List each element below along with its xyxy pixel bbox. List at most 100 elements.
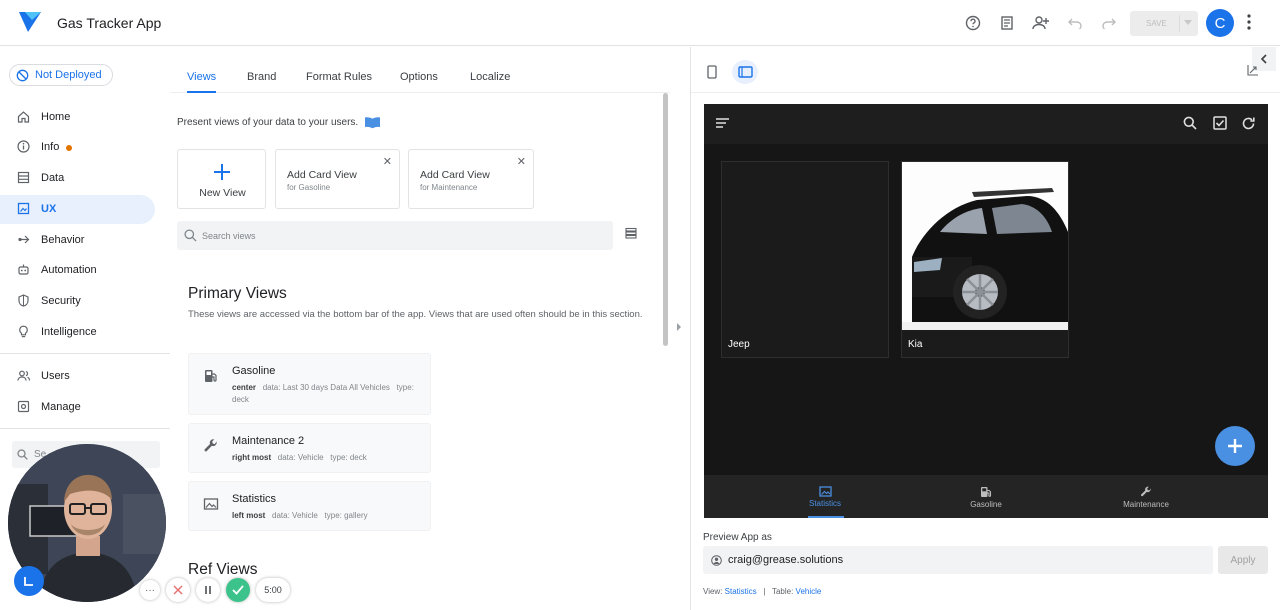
footer-separator: | — [763, 587, 766, 596]
recorder-icon[interactable] — [14, 566, 44, 596]
active-tab-indicator — [187, 91, 216, 93]
help-icon[interactable] — [960, 11, 986, 35]
app-logo-icon — [18, 11, 42, 33]
gallery-tile-label: Jeep — [728, 339, 750, 350]
view-position: center — [232, 383, 257, 392]
search-views-placeholder: Search views — [202, 231, 256, 241]
menu-icon[interactable] — [715, 117, 730, 129]
search-icon[interactable] — [1183, 116, 1197, 130]
gallery-tile-label: Kia — [908, 339, 923, 350]
finish-recording-icon[interactable] — [226, 578, 250, 602]
sidebar-divider — [0, 353, 170, 354]
apply-button[interactable]: Apply — [1218, 546, 1268, 574]
sidebar-item-data[interactable]: Data — [0, 164, 155, 193]
sidebar-item-users[interactable]: Users — [0, 362, 155, 391]
plus-icon — [214, 164, 230, 180]
sidebar-item-automation[interactable]: Automation — [0, 256, 155, 285]
share-user-icon[interactable] — [1028, 11, 1054, 35]
search-views-input[interactable]: Search views — [177, 221, 613, 250]
view-data-label: data: — [277, 453, 296, 462]
pause-icon[interactable] — [196, 578, 220, 602]
view-type-label: type: — [396, 383, 414, 392]
undo-icon[interactable] — [1062, 11, 1088, 35]
avatar[interactable]: C — [1206, 9, 1234, 37]
close-icon[interactable]: ✕ — [517, 155, 526, 168]
refresh-icon[interactable] — [1241, 116, 1256, 131]
cancel-recording-icon[interactable] — [166, 578, 190, 602]
save-button[interactable]: SAVE — [1130, 11, 1198, 36]
preview-as-email-field[interactable]: craig@grease.solutions — [703, 546, 1213, 574]
sidebar-item-label: Behavior — [41, 234, 85, 246]
view-meta: right most data: Vehicle type: deck — [232, 452, 427, 464]
gallery-tile[interactable]: Jeep — [721, 161, 889, 358]
add-fab-button[interactable] — [1215, 426, 1255, 466]
views-intro-text: Present views of your data to your users… — [177, 117, 359, 128]
sidebar-item-home[interactable]: Home — [0, 103, 155, 132]
recorder-more-button[interactable]: ··· — [140, 580, 160, 600]
sidebar-item-behavior[interactable]: Behavior — [0, 226, 155, 255]
sidebar-item-security[interactable]: Security — [0, 287, 155, 316]
docs-icon[interactable] — [994, 11, 1020, 35]
suggestion-card-maintenance[interactable]: Add Card View for Maintenance ✕ — [408, 149, 534, 209]
manage-icon — [17, 400, 30, 413]
bottom-nav-maintenance[interactable]: Maintenance — [1086, 486, 1206, 509]
wrench-icon — [1140, 486, 1151, 497]
redo-icon[interactable] — [1096, 11, 1122, 35]
views-panel: Views Brand Format Rules Options Localiz… — [170, 47, 670, 610]
chevron-right-icon[interactable] — [676, 322, 682, 332]
sidebar-item-manage[interactable]: Manage — [0, 393, 155, 422]
account-icon — [711, 555, 722, 566]
app-title: Gas Tracker App — [57, 15, 162, 31]
tab-views[interactable]: Views — [187, 71, 216, 83]
select-checkbox-icon[interactable] — [1213, 116, 1227, 130]
save-dropdown-icon[interactable] — [1184, 20, 1192, 26]
view-meta: left most data: Vehicle type: gallery — [232, 510, 427, 522]
deploy-status-label: Not Deployed — [35, 69, 102, 81]
view-list-icon[interactable] — [625, 227, 637, 239]
users-icon — [17, 370, 30, 381]
info-icon — [17, 140, 30, 153]
bottom-nav-label: Maintenance — [1123, 500, 1169, 509]
sidebar-item-intelligence[interactable]: Intelligence — [0, 318, 155, 347]
close-icon[interactable]: ✕ — [383, 155, 392, 168]
sidebar-item-info[interactable]: Info — [0, 133, 155, 162]
bottom-nav-statistics[interactable]: Statistics — [765, 486, 885, 508]
more-vert-icon[interactable] — [1246, 13, 1252, 31]
active-bottom-nav-indicator — [808, 516, 844, 518]
tab-brand[interactable]: Brand — [247, 71, 276, 83]
gallery-tile[interactable]: Kia — [901, 161, 1069, 358]
mobile-preview-icon[interactable] — [699, 60, 725, 84]
view-item-gasoline[interactable]: Gasoline center data: Last 30 days Data … — [188, 353, 431, 415]
plus-icon — [1228, 439, 1242, 453]
suggestion-card-gasoline[interactable]: Add Card View for Gasoline ✕ — [275, 149, 400, 209]
panel-scrollbar[interactable] — [663, 93, 668, 346]
data-icon — [17, 171, 30, 184]
view-item-maintenance[interactable]: Maintenance 2 right most data: Vehicle t… — [188, 423, 431, 473]
view-data: Vehicle — [297, 453, 324, 462]
preview-app-header — [704, 104, 1268, 144]
gas-station-icon — [980, 487, 991, 497]
top-bar: Gas Tracker App SAVE C — [0, 0, 1280, 46]
tab-format-rules[interactable]: Format Rules — [306, 71, 372, 83]
footer-view-link[interactable]: Statistics — [725, 587, 757, 596]
gallery-icon — [203, 498, 219, 510]
view-name: Statistics — [232, 493, 277, 505]
sidebar-item-label: Data — [41, 172, 65, 184]
home-icon — [17, 111, 30, 123]
footer-table-link[interactable]: Vehicle — [796, 587, 822, 596]
deploy-status-badge[interactable]: Not Deployed — [9, 64, 113, 86]
tablet-preview-icon[interactable] — [732, 60, 758, 84]
tab-localize[interactable]: Localize — [470, 71, 510, 83]
view-position: right most — [232, 453, 272, 462]
bottom-nav-gasoline[interactable]: Gasoline — [926, 486, 1046, 509]
open-external-icon[interactable] — [1247, 64, 1259, 76]
view-type: deck — [232, 395, 249, 404]
footer-table-label: Table: — [771, 587, 794, 596]
preview-bottom-nav: Statistics Gasoline Maintenance — [704, 475, 1268, 518]
behavior-icon — [18, 235, 30, 244]
sidebar-item-ux[interactable]: UX — [0, 195, 155, 224]
new-view-button[interactable]: New View — [177, 149, 266, 209]
view-item-statistics[interactable]: Statistics left most data: Vehicle type:… — [188, 481, 431, 531]
book-icon[interactable] — [364, 116, 381, 129]
tab-options[interactable]: Options — [400, 71, 438, 83]
